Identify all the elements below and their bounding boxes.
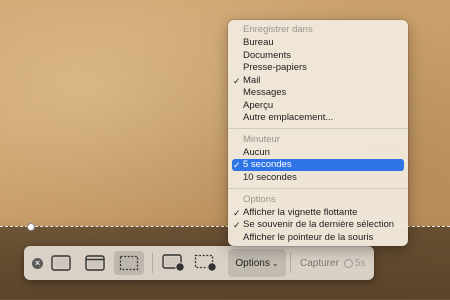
close-icon: × (34, 258, 41, 268)
menu-header-save-location: Enregistrer dans (243, 24, 313, 35)
menu-separator (228, 128, 408, 129)
timer-icon (343, 258, 353, 268)
menu-item-mail[interactable]: ✓ Mail (232, 75, 404, 87)
capture-entire-screen-button[interactable] (48, 251, 74, 275)
menu-item-other-location[interactable]: Autre emplacement... (232, 112, 404, 124)
menu-item-label: Bureau (243, 37, 274, 48)
menu-item-label: Se souvenir de la dernière sélection (243, 219, 395, 230)
options-label: Options (235, 257, 270, 269)
capture-entire-screen-icon (51, 255, 71, 271)
options-button[interactable]: Options ⌄ (228, 249, 286, 277)
menu-header-options: Options (243, 194, 276, 205)
menu-item-documents[interactable]: Documents (232, 50, 404, 62)
checkmark-icon: ✓ (233, 160, 241, 170)
checkmark-icon: ✓ (233, 220, 241, 230)
menu-header-timer: Minuteur (243, 134, 280, 145)
capture-label: Capturer (300, 257, 339, 269)
menu-item-show-floating-thumbnail[interactable]: ✓ Afficher la vignette flottante (232, 207, 404, 219)
menu-item-label: Afficher le pointeur de la souris (243, 232, 374, 243)
capture-selection-button[interactable] (114, 251, 144, 275)
checkmark-icon: ✓ (233, 208, 241, 218)
menu-item-label: Afficher la vignette flottante (243, 207, 358, 218)
menu-item-bureau[interactable]: Bureau (232, 37, 404, 49)
menu-item-timer-10s[interactable]: 10 secondes (232, 172, 404, 184)
menu-item-label: Aperçu (243, 100, 274, 111)
options-menu: Enregistrer dans Bureau Documents Presse… (228, 20, 408, 246)
checkmark-icon: ✓ (233, 76, 241, 86)
record-selection-icon (194, 254, 217, 272)
menu-item-apercu[interactable]: Aperçu (232, 100, 404, 112)
menu-item-show-mouse-pointer[interactable]: Afficher le pointeur de la souris (232, 232, 404, 244)
menu-separator (228, 188, 408, 189)
close-button[interactable]: × (32, 258, 43, 269)
capture-window-button[interactable] (82, 251, 108, 275)
record-selection-button[interactable] (192, 251, 220, 275)
menu-item-label: 5 secondes (243, 159, 292, 170)
capture-timer-value: 5s (354, 257, 366, 269)
record-entire-screen-icon (162, 254, 185, 272)
menu-item-label: Aucun (243, 147, 270, 158)
menu-item-label: Messages (243, 87, 287, 98)
screenshot-toolbar: × Options ⌄ Capturer 5s (24, 246, 374, 280)
menu-item-timer-none[interactable]: Aucun (232, 147, 404, 159)
toolbar-separator (152, 253, 153, 273)
record-entire-screen-button[interactable] (160, 251, 188, 275)
capture-window-icon (85, 255, 105, 271)
menu-item-label: Autre emplacement... (243, 112, 334, 123)
capture-button[interactable]: Capturer 5s (294, 249, 374, 277)
chevron-down-icon: ⌄ (271, 259, 279, 268)
menu-item-label: Documents (243, 50, 292, 61)
menu-item-label: Mail (243, 75, 261, 86)
menu-item-remember-selection[interactable]: ✓ Se souvenir de la dernière sélection (232, 219, 404, 231)
menu-item-messages[interactable]: Messages (232, 87, 404, 99)
toolbar-separator (290, 253, 291, 273)
selection-handle[interactable] (27, 223, 35, 231)
menu-item-presse-papiers[interactable]: Presse-papiers (232, 62, 404, 74)
menu-item-label: Presse-papiers (243, 62, 307, 73)
menu-item-timer-5s[interactable]: ✓ 5 secondes (232, 159, 404, 171)
menu-item-label: 10 secondes (243, 172, 297, 183)
capture-selection-icon (119, 255, 139, 271)
